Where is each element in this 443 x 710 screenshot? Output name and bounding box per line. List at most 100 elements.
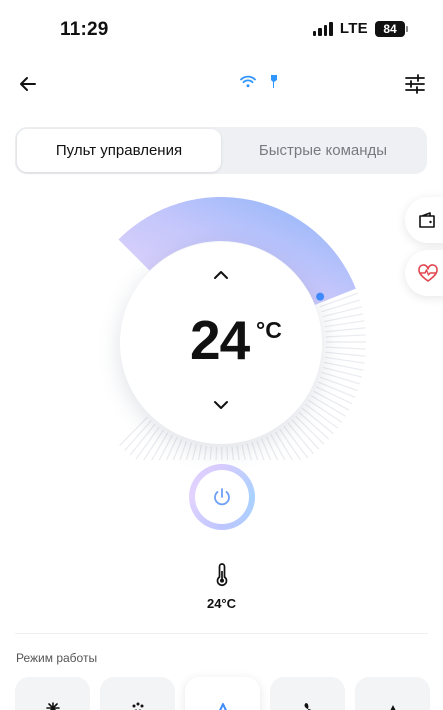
- dial-tick: [325, 327, 366, 333]
- dial-tick: [151, 432, 169, 460]
- arrow-left-icon: [20, 77, 36, 91]
- wifi-icon: [240, 75, 256, 88]
- thermometer-icon: [216, 563, 228, 587]
- dial-tick: [135, 426, 160, 460]
- signal-icon: [312, 21, 333, 36]
- dial-tick: [191, 443, 197, 460]
- dial-tick: [270, 434, 286, 460]
- dial-tick: [322, 366, 362, 378]
- increase-temperature-button[interactable]: [207, 266, 235, 284]
- dial-tick: [301, 407, 334, 435]
- mode-dry[interactable]: [100, 677, 175, 710]
- mode-auto[interactable]: [185, 677, 260, 710]
- mode-list: [15, 677, 430, 710]
- dial-tick: [305, 403, 339, 429]
- dial-tick: [323, 313, 364, 323]
- dial-tick: [319, 376, 358, 392]
- mode-heat[interactable]: [355, 677, 430, 710]
- divider: [15, 633, 428, 634]
- dial-tick: [265, 436, 279, 460]
- target-temperature: 24: [190, 309, 250, 371]
- power-button-inner: [195, 470, 249, 524]
- connection-indicators: [240, 74, 278, 89]
- dial-tick: [325, 351, 366, 357]
- dial-tick: [226, 446, 229, 460]
- dial-knob[interactable]: [316, 292, 325, 301]
- bluetooth-icon: [271, 75, 277, 88]
- dial-tick: [143, 429, 165, 460]
- power-icon: [214, 488, 230, 506]
- chevron-down-icon: [214, 401, 228, 409]
- sliders-icon: [405, 74, 425, 94]
- dial-tick: [322, 306, 362, 318]
- wallet-icon: [419, 212, 435, 228]
- dial-tick: [323, 361, 364, 371]
- battery-level: 84: [383, 21, 397, 36]
- dial-tick: [279, 428, 302, 460]
- dial-tick: [308, 399, 343, 423]
- heat-icon: [390, 705, 395, 710]
- dial-tick: [283, 425, 309, 459]
- back-button[interactable]: [16, 72, 40, 96]
- dial-tick: [317, 381, 356, 398]
- snowflake-icon: [45, 702, 60, 710]
- settings-button[interactable]: [404, 73, 426, 95]
- tab-remote-control[interactable]: Пульт управления: [17, 129, 221, 172]
- dial-tick: [231, 446, 235, 460]
- dial-tick: [241, 444, 246, 460]
- room-temperature: 24°C: [206, 596, 237, 611]
- dial-tick: [197, 445, 202, 460]
- dial-tick: [310, 395, 346, 417]
- dial-tick: [324, 320, 365, 328]
- dial-tick: [236, 445, 240, 460]
- dial-tick: [129, 423, 156, 456]
- dial-tick: [209, 446, 213, 460]
- app-screen: 11:29 LTE 84 Пульт управления Быстрые ко…: [0, 0, 443, 710]
- tab-quick-commands[interactable]: Быстрые команды: [221, 129, 425, 172]
- dial-tick: [246, 443, 252, 460]
- power-button[interactable]: [189, 464, 255, 530]
- status-indicators: LTE 84: [312, 20, 408, 37]
- mode-section-label: Режим работы: [16, 651, 98, 665]
- dial-tick: [256, 440, 265, 460]
- dial-tick: [203, 445, 207, 460]
- dial-tick: [261, 438, 272, 460]
- dial-tick: [274, 431, 294, 460]
- mode-cool[interactable]: [15, 677, 90, 710]
- dial-tick: [287, 422, 314, 455]
- chevron-up-icon: [214, 271, 228, 279]
- auto-icon: [218, 703, 227, 710]
- dial-tick: [295, 415, 325, 445]
- dial-tick: [315, 386, 353, 405]
- dial-tick: [321, 371, 360, 385]
- dial-tick: [324, 356, 365, 364]
- dry-icon: [132, 702, 143, 710]
- decrease-temperature-button[interactable]: [207, 396, 235, 414]
- mode-tabs: Пульт управления Быстрые команды: [15, 127, 427, 174]
- dial-tick: [298, 411, 330, 440]
- dial-tick: [172, 439, 183, 460]
- dial-tick: [179, 440, 188, 460]
- status-time: 11:29: [60, 19, 109, 40]
- dial-tick: [185, 442, 192, 460]
- dial-tick: [325, 346, 366, 350]
- fan-icon: [304, 703, 311, 710]
- health-button[interactable]: [405, 250, 443, 296]
- dial-tick: [119, 416, 148, 447]
- dial-tick: [165, 437, 178, 460]
- mode-fan[interactable]: [270, 677, 345, 710]
- dial-tick: [124, 420, 152, 451]
- temperature-unit: °C: [256, 317, 282, 343]
- dial-tick: [158, 434, 173, 460]
- network-type: LTE: [339, 20, 368, 37]
- dial-tick: [215, 446, 218, 460]
- dial-tick: [319, 292, 358, 308]
- dial-tick: [325, 334, 366, 338]
- heart-pulse-icon: [418, 264, 438, 282]
- battery-icon: 84: [375, 20, 408, 37]
- dial-tick: [321, 299, 360, 313]
- dial-tick: [313, 390, 350, 411]
- dial-tick: [291, 419, 320, 450]
- wallet-button[interactable]: [405, 197, 443, 243]
- dial-tick: [251, 442, 259, 460]
